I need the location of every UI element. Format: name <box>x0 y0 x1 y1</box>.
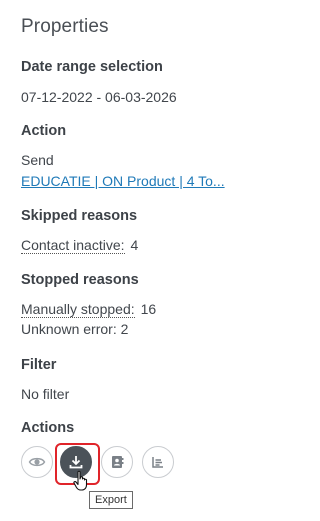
skipped-reason-count: 4 <box>130 237 139 253</box>
contact-card-icon <box>112 456 124 468</box>
stopped-reason-row: Manually stopped: 16 <box>21 301 157 318</box>
actions-toolbar <box>21 446 221 480</box>
panel-title: Properties <box>21 16 109 37</box>
view-button[interactable] <box>21 446 53 478</box>
report-button[interactable] <box>142 446 174 478</box>
hand-cursor-icon <box>73 470 88 491</box>
eye-icon <box>28 457 46 467</box>
date-range-heading: Date range selection <box>21 59 163 75</box>
skipped-heading: Skipped reasons <box>21 208 138 224</box>
action-link[interactable]: EDUCATIE | ON Product | 4 To... <box>21 173 236 189</box>
report-list-icon <box>152 457 163 468</box>
stopped-reason-label[interactable]: Manually stopped: <box>21 301 135 318</box>
filter-value: No filter <box>21 386 70 402</box>
stopped-heading: Stopped reasons <box>21 272 139 288</box>
filter-heading: Filter <box>21 357 57 373</box>
actions-heading: Actions <box>21 420 75 436</box>
stopped-reason-unknown: Unknown error: 2 <box>21 321 129 337</box>
export-tooltip: Export <box>89 491 133 509</box>
action-heading: Action <box>21 123 67 139</box>
date-range-value: 07-12-2022 - 06-03-2026 <box>21 89 177 105</box>
skipped-reason-row: Contact inactive: 4 <box>21 237 139 254</box>
stopped-reason-count: 16 <box>140 301 157 317</box>
contacts-button[interactable] <box>101 446 133 478</box>
skipped-reason-label[interactable]: Contact inactive: <box>21 237 125 254</box>
action-type: Send <box>21 152 54 168</box>
